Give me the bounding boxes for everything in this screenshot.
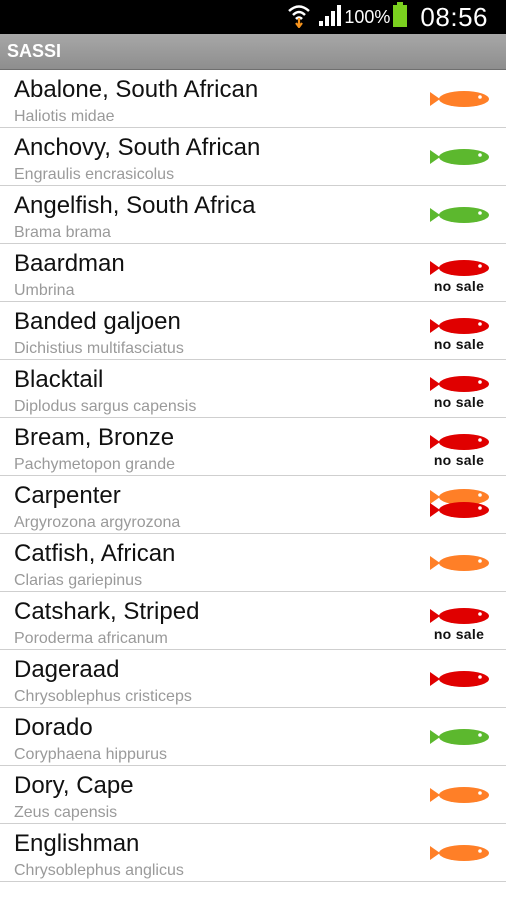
list-item[interactable]: Dorado Coryphaena hippurus xyxy=(0,708,506,766)
scientific-name: Dichistius multifasciatus xyxy=(14,340,184,357)
signal-icon xyxy=(318,3,342,32)
orange-fish-icon xyxy=(424,766,494,824)
species-name: Dageraad xyxy=(14,656,120,683)
no-sale-label: no sale xyxy=(433,278,485,294)
status-bar: 100% 08:56 xyxy=(0,0,506,34)
no-sale-label: no sale xyxy=(433,336,485,352)
list-item[interactable]: Dory, Cape Zeus capensis xyxy=(0,766,506,824)
species-name: Bream, Bronze xyxy=(14,424,175,451)
species-name: Angelfish, South Africa xyxy=(14,192,256,219)
species-name: Catshark, Striped xyxy=(14,598,200,625)
scientific-name: Coryphaena hippurus xyxy=(14,746,167,763)
scientific-name: Haliotis midae xyxy=(14,108,115,125)
no-sale-label: no sale xyxy=(433,452,485,468)
list-item[interactable]: Catshark, Striped Poroderma africanum no … xyxy=(0,592,506,650)
list-item[interactable]: Bream, Bronze Pachymetopon grande no sale xyxy=(0,418,506,476)
red-fish-icon xyxy=(424,650,494,708)
species-name: Dory, Cape xyxy=(14,772,134,799)
scientific-name: Engraulis encrasicolus xyxy=(14,166,175,183)
species-list: Abalone, South African Haliotis midae Anc… xyxy=(0,70,506,882)
scientific-name: Zeus capensis xyxy=(14,804,118,821)
species-name: Banded galjoen xyxy=(14,308,181,335)
battery-percent: 100% xyxy=(344,6,391,27)
species-name: Catfish, African xyxy=(14,540,176,567)
scientific-name: Chrysoblephus cristiceps xyxy=(14,688,192,705)
orange-fish-icon xyxy=(424,824,494,882)
red-fish-no-sale-icon: no sale xyxy=(424,302,494,360)
action-bar: SASSI xyxy=(0,34,506,70)
species-name: Dorado xyxy=(14,714,93,741)
green-fish-icon xyxy=(424,708,494,766)
green-fish-icon xyxy=(424,186,494,244)
species-name: Carpenter xyxy=(14,482,121,509)
species-name: Baardman xyxy=(14,250,125,277)
red-fish-no-sale-icon: no sale xyxy=(424,418,494,476)
clock: 08:56 xyxy=(420,1,488,32)
battery-icon xyxy=(392,1,408,33)
app-title: SASSI xyxy=(7,41,62,61)
scientific-name: Brama brama xyxy=(14,224,111,241)
scientific-name: Pachymetopon grande xyxy=(14,456,175,473)
list-item[interactable]: Abalone, South African Haliotis midae xyxy=(0,70,506,128)
species-name: Englishman xyxy=(14,830,140,857)
list-item[interactable]: Banded galjoen Dichistius multifasciatus … xyxy=(0,302,506,360)
list-item[interactable]: Catfish, African Clarias gariepinus xyxy=(0,534,506,592)
list-item[interactable]: Angelfish, South Africa Brama brama xyxy=(0,186,506,244)
list-item[interactable]: Englishman Chrysoblephus anglicus xyxy=(0,824,506,882)
scientific-name: Umbrina xyxy=(14,282,75,299)
red-fish-no-sale-icon: no sale xyxy=(424,244,494,302)
no-sale-label: no sale xyxy=(433,626,485,642)
green-fish-icon xyxy=(424,128,494,186)
orange-fish-icon xyxy=(424,70,494,128)
species-name: Blacktail xyxy=(14,366,104,393)
list-item[interactable]: Dageraad Chrysoblephus cristiceps xyxy=(0,650,506,708)
scientific-name: Argyrozona argyrozona xyxy=(14,514,181,531)
orange-red-fish-icon xyxy=(424,476,494,534)
orange-fish-icon xyxy=(424,534,494,592)
scientific-name: Poroderma africanum xyxy=(14,630,168,647)
red-fish-no-sale-icon: no sale xyxy=(424,360,494,418)
species-name: Abalone, South African xyxy=(14,76,259,103)
list-item[interactable]: Carpenter Argyrozona argyrozona xyxy=(0,476,506,534)
list-item[interactable]: Anchovy, South African Engraulis encrasic… xyxy=(0,128,506,186)
species-name: Anchovy, South African xyxy=(14,134,261,161)
wifi-icon xyxy=(286,2,312,33)
no-sale-label: no sale xyxy=(433,394,485,410)
scientific-name: Chrysoblephus anglicus xyxy=(14,862,184,879)
list-item[interactable]: Blacktail Diplodus sargus capensis no sal… xyxy=(0,360,506,418)
red-fish-no-sale-icon: no sale xyxy=(424,592,494,650)
scientific-name: Diplodus sargus capensis xyxy=(14,398,197,415)
list-item[interactable]: Baardman Umbrina no sale xyxy=(0,244,506,302)
scientific-name: Clarias gariepinus xyxy=(14,572,143,589)
